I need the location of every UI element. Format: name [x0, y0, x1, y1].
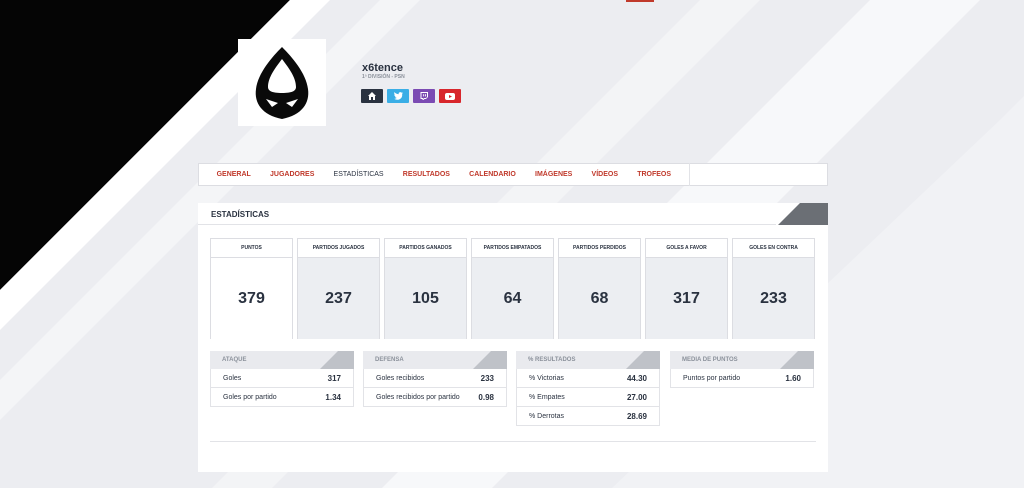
row-label: % Victorias — [529, 374, 564, 382]
stat-label: GOLES A FAVOR — [646, 239, 727, 258]
stats-panel: ESTADÍSTICAS PUNTOS 379 PARTIDOS JUGADOS… — [198, 203, 828, 472]
box-media-de-puntos: MEDIA DE PUNTOS Puntos por partido 1.60 — [670, 351, 814, 388]
box-corner-decoration — [780, 351, 814, 369]
team-division: 1ª DIVISIÓN - PSN — [362, 74, 405, 80]
tab-imagenes[interactable]: IMÁGENES — [525, 163, 582, 186]
row-value: 28.69 — [626, 411, 647, 421]
list-item: Goles recibidos 233 — [363, 369, 507, 388]
list-item: Goles recibidos por partido 0.98 — [363, 388, 507, 407]
box-corner-decoration — [626, 351, 660, 369]
stat-value: 68 — [559, 258, 640, 339]
twitter-link[interactable] — [387, 89, 409, 103]
tab-general[interactable]: GENERAL — [207, 163, 260, 186]
box-resultados: % RESULTADOS % Victorias 44.30 % Empates 2… — [516, 351, 660, 426]
row-label: Puntos por partido — [683, 374, 741, 382]
stat-value: 105 — [385, 258, 466, 339]
stat-card-partidos-perdidos: PARTIDOS PERDIDOS 68 — [558, 238, 641, 339]
box-title: % RESULTADOS — [516, 351, 660, 369]
box-title: MEDIA DE PUNTOS — [670, 351, 814, 369]
box-title: DEFENSA — [363, 351, 507, 369]
home-link[interactable] — [361, 89, 383, 103]
tab-resultados[interactable]: RESULTADOS — [393, 163, 459, 186]
list-item: % Empates 27.00 — [516, 388, 660, 407]
stat-card-puntos: PUNTOS 379 — [210, 238, 293, 339]
row-value: 44.30 — [626, 373, 647, 383]
team-logo-icon — [255, 46, 309, 119]
stat-label: GOLES EN CONTRA — [733, 239, 814, 258]
row-label: Goles recibidos — [376, 374, 425, 382]
tab-calendario[interactable]: CALENDARIO — [460, 163, 526, 186]
row-value: 1.34 — [325, 392, 341, 402]
list-item: Goles 317 — [210, 369, 354, 388]
youtube-link[interactable] — [439, 89, 461, 103]
stat-label: PARTIDOS PERDIDOS — [559, 239, 640, 258]
stat-value: 379 — [211, 258, 292, 339]
twitter-icon — [393, 92, 403, 100]
box-title-text: DEFENSA — [375, 357, 404, 363]
stat-value: 317 — [646, 258, 727, 339]
stat-card-goles-en-contra: GOLES EN CONTRA 233 — [732, 238, 815, 339]
twitch-icon — [420, 92, 428, 100]
stat-card-partidos-jugados: PARTIDOS JUGADOS 237 — [297, 238, 380, 339]
row-value: 1.60 — [785, 373, 801, 383]
stat-card-partidos-empatados: PARTIDOS EMPATADOS 64 — [471, 238, 554, 339]
list-item: % Derrotas 28.69 — [516, 407, 660, 426]
stat-label: PARTIDOS GANADOS — [385, 239, 466, 258]
box-defensa: DEFENSA Goles recibidos 233 Goles recibid… — [363, 351, 507, 407]
box-title-text: MEDIA DE PUNTOS — [682, 357, 738, 363]
box-corner-decoration — [473, 351, 507, 369]
stat-card-partidos-ganados: PARTIDOS GANADOS 105 — [384, 238, 467, 339]
row-label: Goles por partido — [223, 393, 277, 401]
tab-trofeos[interactable]: TROFEOS — [628, 163, 681, 186]
list-item: Puntos por partido 1.60 — [670, 369, 814, 388]
stat-value: 233 — [733, 258, 814, 339]
home-icon — [368, 92, 376, 100]
stats-panel-header: ESTADÍSTICAS — [198, 203, 828, 225]
tab-estadisticas[interactable]: ESTADÍSTICAS — [324, 163, 393, 186]
list-item: Goles por partido 1.34 — [210, 388, 354, 407]
header-stripes-decoration — [776, 203, 828, 225]
stat-label: PARTIDOS EMPATADOS — [472, 239, 553, 258]
stat-card-goles-a-favor: GOLES A FAVOR 317 — [645, 238, 728, 339]
list-item: % Victorias 44.30 — [516, 369, 660, 388]
tab-divider — [688, 163, 690, 186]
social-links — [361, 89, 461, 103]
tab-videos[interactable]: VÍDEOS — [582, 163, 628, 186]
youtube-icon — [445, 92, 455, 100]
row-value: 233 — [480, 373, 494, 383]
panel-divider — [210, 441, 816, 442]
team-name: x6tence — [362, 62, 403, 74]
box-ataque: ATAQUE Goles 317 Goles por partido 1.34 — [210, 351, 354, 407]
row-label: Goles — [223, 374, 242, 382]
stat-value: 237 — [298, 258, 379, 339]
row-label: % Derrotas — [529, 412, 565, 420]
twitch-link[interactable] — [413, 89, 435, 103]
stat-value: 64 — [472, 258, 553, 339]
team-tabs: GENERAL JUGADORES ESTADÍSTICAS RESULTADO… — [198, 163, 828, 186]
box-title-text: ATAQUE — [222, 357, 247, 363]
box-title: ATAQUE — [210, 351, 354, 369]
tab-jugadores[interactable]: JUGADORES — [260, 163, 324, 186]
row-label: Goles recibidos por partido — [376, 393, 460, 401]
row-value: 317 — [327, 373, 341, 383]
box-corner-decoration — [320, 351, 354, 369]
row-label: % Empates — [529, 393, 565, 401]
team-logo-box — [238, 39, 326, 126]
top-accent-bar — [626, 0, 654, 2]
stat-label: PARTIDOS JUGADOS — [298, 239, 379, 258]
row-value: 0.98 — [478, 392, 494, 402]
row-value: 27.00 — [626, 392, 647, 402]
box-title-text: % RESULTADOS — [528, 357, 576, 363]
stat-label: PUNTOS — [211, 239, 292, 258]
panel-title: ESTADÍSTICAS — [211, 210, 270, 219]
